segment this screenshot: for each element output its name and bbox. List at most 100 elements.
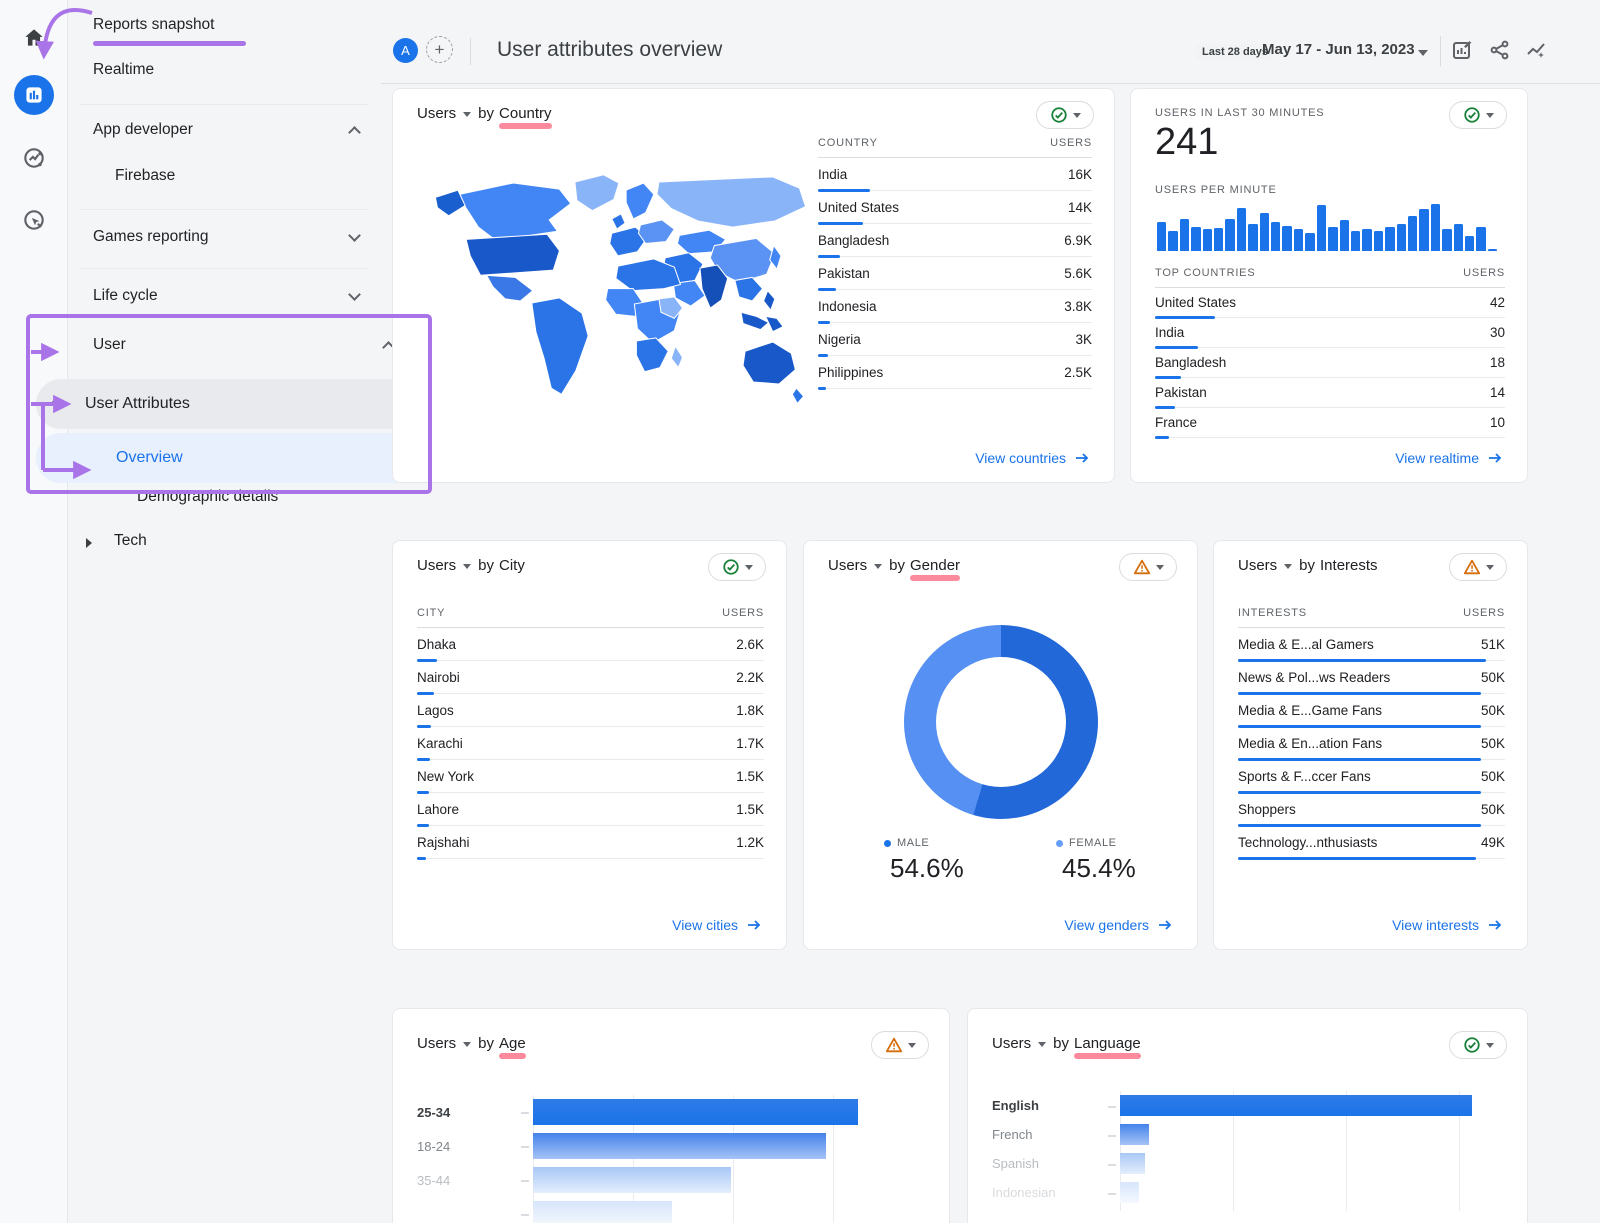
table-row[interactable]: Nairobi2.2K [417, 661, 764, 694]
column-city: CITY [417, 607, 445, 619]
data-quality-pill[interactable] [871, 1031, 929, 1059]
table-row[interactable]: Technology...nthusiasts49K [1238, 826, 1505, 859]
chevron-down-icon [463, 564, 471, 569]
card-title[interactable]: Users by Interests [1238, 557, 1378, 574]
nav-reports-snapshot[interactable]: Reports snapshot [93, 16, 215, 34]
view-realtime-link[interactable]: View realtime [1395, 450, 1503, 466]
gender-donut-chart[interactable] [904, 625, 1098, 819]
table-row[interactable]: Lagos1.8K [417, 694, 764, 727]
share-icon[interactable] [1488, 38, 1512, 62]
nav-user-attributes[interactable]: User Attributes [36, 379, 424, 429]
table-row[interactable]: News & Pol...ws Readers50K [1238, 661, 1505, 694]
table-row[interactable]: Sports & F...ccer Fans50K [1238, 760, 1505, 793]
dimension-label[interactable]: Interests [1320, 557, 1378, 574]
dimension-label[interactable]: Country [499, 105, 552, 122]
date-range-picker[interactable]: May 17 - Jun 13, 2023 [1262, 41, 1415, 58]
table-row[interactable]: Lahore1.5K [417, 793, 764, 826]
add-comparison-button[interactable]: + [426, 36, 453, 63]
data-quality-pill[interactable] [1449, 1031, 1507, 1059]
table-row[interactable]: Karachi1.7K [417, 727, 764, 760]
table-row[interactable]: Media & E...Game Fans50K [1238, 694, 1505, 727]
table-row[interactable]: Media & En...ation Fans50K [1238, 727, 1505, 760]
table-row[interactable]: New York1.5K [417, 760, 764, 793]
hbar-track [533, 1095, 929, 1129]
table-row[interactable]: United States14K [818, 191, 1092, 224]
users-per-minute-chart[interactable] [1157, 201, 1497, 251]
metric-label[interactable]: Users [417, 1035, 456, 1052]
table-row[interactable]: Indonesia3.8K [818, 290, 1092, 323]
column-users: USERS [1463, 607, 1505, 619]
table-row[interactable]: Dhaka2.6K [417, 628, 764, 661]
card-title[interactable]: Users by Country [417, 105, 552, 122]
row-label: Nigeria [818, 332, 861, 347]
hbar-fill [1120, 1182, 1139, 1203]
chevron-down-icon[interactable] [348, 288, 361, 301]
view-genders-link[interactable]: View genders [1064, 917, 1173, 933]
hbar-fill [533, 1133, 826, 1159]
minute-bar [1476, 227, 1485, 252]
data-quality-pill[interactable] [1036, 101, 1094, 129]
metric-label[interactable]: Users [417, 557, 456, 574]
table-row[interactable]: Philippines2.5K [818, 356, 1092, 389]
nav-app-developer[interactable]: App developer [93, 121, 193, 139]
nav-games-reporting[interactable]: Games reporting [93, 228, 208, 246]
expand-triangle-icon[interactable] [86, 538, 92, 548]
nav-firebase[interactable]: Firebase [115, 167, 175, 185]
card-title[interactable]: Users by City [417, 557, 525, 574]
nav-demographic-details[interactable]: Demographic details [137, 488, 278, 506]
dimension-label[interactable]: Age [499, 1035, 526, 1052]
view-countries-link[interactable]: View countries [975, 450, 1090, 466]
collapse-triangle-icon[interactable] [52, 401, 62, 407]
language-bar-chart[interactable]: EnglishFrenchSpanishIndonesian [992, 1091, 1507, 1207]
minute-bar [1454, 224, 1463, 251]
customize-report-icon[interactable] [1450, 38, 1474, 62]
table-row[interactable]: Media & E...al Gamers51K [1238, 628, 1505, 661]
table-row[interactable]: Shoppers50K [1238, 793, 1505, 826]
dimension-label[interactable]: City [499, 557, 525, 574]
nav-tech[interactable]: Tech [114, 532, 147, 550]
data-quality-pill[interactable] [1449, 101, 1507, 129]
data-quality-pill[interactable] [708, 553, 766, 581]
card-title[interactable]: Users by Language [992, 1035, 1141, 1052]
table-row[interactable]: India16K [818, 158, 1092, 191]
table-row[interactable]: Bangladesh18 [1155, 348, 1505, 378]
table-row[interactable]: Bangladesh6.9K [818, 224, 1092, 257]
link-label: View genders [1064, 917, 1149, 933]
card-title[interactable]: Users by Gender [828, 557, 960, 574]
metric-label[interactable]: Users [992, 1035, 1031, 1052]
age-bar-chart[interactable]: 25-3418-2435-44 [417, 1095, 929, 1223]
table-row[interactable]: India30 [1155, 318, 1505, 348]
card-title[interactable]: Users by Age [417, 1035, 526, 1052]
nav-life-cycle[interactable]: Life cycle [93, 287, 158, 305]
nav-overview[interactable]: Overview [36, 433, 424, 483]
insights-icon[interactable] [1524, 38, 1548, 62]
avatar[interactable]: A [393, 38, 418, 63]
chevron-down-icon [745, 565, 753, 570]
nav-realtime[interactable]: Realtime [93, 61, 154, 79]
table-row[interactable]: Pakistan14 [1155, 378, 1505, 408]
dimension-label[interactable]: Gender [910, 557, 960, 574]
link-label: View interests [1392, 917, 1479, 933]
chevron-up-icon[interactable] [348, 126, 361, 139]
data-quality-pill[interactable] [1119, 553, 1177, 581]
view-cities-link[interactable]: View cities [672, 917, 762, 933]
column-top-countries: TOP COUNTRIES [1155, 267, 1255, 279]
world-choropleth-map[interactable] [421, 155, 821, 451]
minute-bar [1168, 231, 1177, 251]
data-quality-pill[interactable] [1449, 553, 1507, 581]
view-interests-link[interactable]: View interests [1392, 917, 1503, 933]
metric-label[interactable]: Users [828, 557, 867, 574]
metric-label[interactable]: Users [417, 105, 456, 122]
table-row[interactable]: Pakistan5.6K [818, 257, 1092, 290]
table-row[interactable]: Rajshahi1.2K [417, 826, 764, 859]
table-row[interactable]: France10 [1155, 408, 1505, 438]
chevron-down-icon[interactable] [348, 229, 361, 242]
minute-bar [1248, 224, 1257, 251]
users-per-minute-label: USERS PER MINUTE [1155, 184, 1277, 196]
nav-user[interactable]: User [93, 336, 126, 354]
dimension-label[interactable]: Language [1074, 1035, 1141, 1052]
chevron-down-icon [1418, 50, 1428, 56]
table-row[interactable]: Nigeria3K [818, 323, 1092, 356]
metric-label[interactable]: Users [1238, 557, 1277, 574]
table-row[interactable]: United States42 [1155, 288, 1505, 318]
